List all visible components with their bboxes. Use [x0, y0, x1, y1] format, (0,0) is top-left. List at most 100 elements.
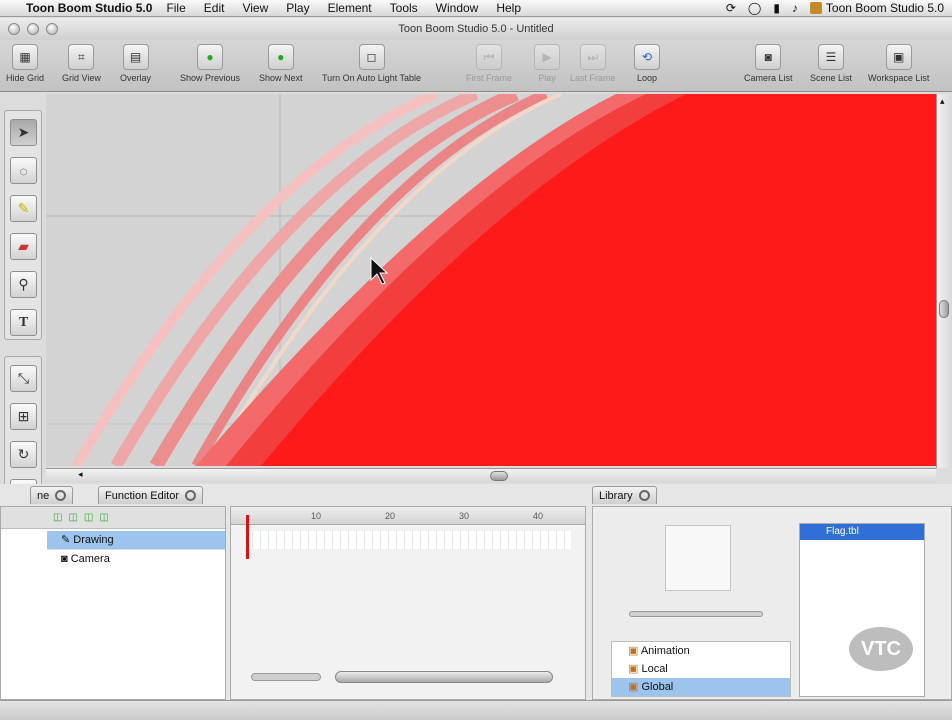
scroll-up-arrow-icon[interactable]: ▴ — [940, 96, 945, 107]
layer-row-drawing[interactable]: ✎ Drawing — [47, 531, 225, 549]
tab-menu-icon[interactable] — [55, 490, 67, 501]
watermark-label: VTC — [861, 638, 901, 660]
select-tool[interactable]: ➤ — [10, 119, 37, 146]
show-previous-button[interactable]: ● Show Previous — [180, 44, 240, 83]
scale-tool[interactable]: ⊞ — [10, 403, 37, 430]
first-frame-label: First Frame — [466, 73, 512, 83]
menu-file[interactable]: File — [166, 1, 185, 15]
last-frame-label: Last Frame — [570, 73, 616, 83]
text-tool[interactable]: T — [10, 309, 37, 336]
play-label: Play — [538, 73, 556, 83]
folder-icon: ▣ — [628, 663, 642, 675]
scroll-left-arrow-icon[interactable]: ◂ — [78, 469, 83, 480]
tree-item-global[interactable]: ▣ Global — [612, 678, 790, 696]
light-table-icon: ◻ — [358, 44, 385, 70]
frame-row-drawing[interactable] — [245, 531, 571, 549]
drawing-canvas[interactable] — [46, 94, 936, 466]
canvas-horizontal-scrollbar[interactable]: ◂ — [46, 468, 936, 482]
layer-row-camera[interactable]: ◙ Camera — [47, 549, 225, 567]
camera-list-button[interactable]: ◙ Camera List — [744, 44, 793, 83]
last-frame-icon: ⏭ — [579, 44, 606, 70]
grid-view-button[interactable]: ⌗ Grid View — [62, 44, 101, 83]
main-toolbar: ▦ Hide Grid ⌗ Grid View ▤ Overlay ● Show Pre… — [0, 40, 952, 92]
workspace-list-button[interactable]: ▣ Workspace List — [868, 44, 929, 83]
layer-list: ◫ ◫ ◫ ◫ ✎ Drawing ◙ Camera — [0, 506, 226, 700]
show-next-button[interactable]: ● Show Next — [259, 44, 303, 83]
library-preview-slider[interactable] — [629, 611, 763, 617]
tab-menu-icon[interactable] — [184, 490, 196, 501]
grid-view-label: Grid View — [62, 73, 101, 83]
play-icon: ▶ — [534, 44, 560, 70]
timeline-hscroll[interactable] — [335, 671, 553, 683]
loop-label: Loop — [636, 73, 658, 83]
timeline-zoom-slider[interactable] — [251, 673, 321, 681]
light-table-button[interactable]: ◻ Turn On Auto Light Table — [322, 44, 421, 83]
close-window-button[interactable] — [8, 23, 20, 35]
camera-list-label: Camera List — [744, 73, 793, 83]
menu-window[interactable]: Window — [436, 1, 479, 15]
bluetooth-icon[interactable]: ◯ — [748, 1, 761, 15]
transform-tool[interactable]: ⤡ — [10, 365, 37, 392]
last-frame-button[interactable]: ⏭ Last Frame — [570, 44, 616, 83]
menu-help[interactable]: Help — [496, 1, 521, 15]
layer-props-icon[interactable]: ◫ — [99, 512, 108, 523]
brush-tool[interactable]: ✎ — [10, 195, 37, 222]
app-menu[interactable]: Toon Boom Studio 5.0 — [26, 1, 152, 15]
tab-timeline[interactable]: ne — [30, 486, 74, 504]
light-table-label: Turn On Auto Light Table — [322, 73, 422, 83]
overlay-button[interactable]: ▤ Overlay — [120, 44, 151, 83]
drawing-tools-group: ➤ ◌ ✎ ▰ ⚲ T — [4, 110, 42, 340]
tree-item-local[interactable]: ▣ Local — [612, 660, 790, 678]
show-next-label: Show Next — [259, 73, 303, 83]
app-switcher[interactable]: Toon Boom Studio 5.0 — [809, 1, 944, 15]
timeline-frames[interactable]: 10 20 30 40 — [230, 506, 586, 700]
scroll-thumb[interactable] — [490, 471, 508, 481]
rotate-tool[interactable]: ↻ — [10, 441, 37, 468]
workspace-list-label: Workspace List — [868, 73, 930, 83]
speaker-icon[interactable]: ♪ — [792, 1, 798, 15]
flag-shape-fill — [261, 94, 936, 466]
hide-grid-label: Hide Grid — [6, 73, 45, 83]
tree-item-animation[interactable]: ▣ Animation — [612, 642, 790, 660]
library-item-list[interactable]: Flag.tbl — [799, 523, 925, 697]
eraser-tool[interactable]: ▰ — [10, 233, 37, 260]
menu-tools[interactable]: Tools — [390, 1, 418, 15]
hide-grid-button[interactable]: ▦ Hide Grid — [6, 44, 44, 83]
playhead[interactable] — [246, 515, 249, 559]
canvas-vertical-scrollbar[interactable]: ▴ — [936, 94, 952, 468]
app-switcher-icon — [809, 2, 822, 14]
zoom-tool[interactable]: ⚲ — [10, 271, 37, 298]
sync-icon[interactable]: ⟳ — [726, 1, 736, 15]
tab-menu-icon[interactable] — [638, 490, 650, 501]
tab-library[interactable]: Library — [592, 486, 657, 504]
tab-timeline-label: ne — [37, 490, 50, 502]
add-peg-icon[interactable]: ◫ — [68, 512, 77, 523]
camera-icon: ◙ — [755, 44, 782, 70]
library-item-selected[interactable]: Flag.tbl — [800, 524, 924, 540]
grid-icon: ▦ — [12, 44, 38, 70]
scroll-thumb[interactable] — [939, 300, 949, 318]
library-tree[interactable]: ▣ Animation ▣ Local ▣ Global — [611, 641, 791, 697]
add-layer-icon[interactable]: ◫ — [53, 512, 62, 523]
loop-button[interactable]: ⟲ Loop — [634, 44, 660, 83]
scene-list-button[interactable]: ☰ Scene List — [810, 44, 852, 83]
window-title-bar: Toon Boom Studio 5.0 - Untitled — [0, 18, 952, 40]
tab-function-editor[interactable]: Function Editor — [98, 486, 203, 504]
play-button[interactable]: ▶ Play — [534, 44, 560, 83]
delete-layer-icon[interactable]: ◫ — [84, 512, 93, 523]
frame-number: 40 — [533, 511, 544, 521]
first-frame-button[interactable]: ⏮ First Frame — [466, 44, 512, 83]
minimize-window-button[interactable] — [27, 23, 39, 35]
contour-editor-tool[interactable]: ◌ — [10, 157, 37, 184]
zoom-window-button[interactable] — [46, 23, 58, 35]
menu-element[interactable]: Element — [328, 1, 372, 15]
camera-layer-icon: ◙ — [61, 553, 71, 565]
vtc-watermark: VTC — [849, 627, 913, 671]
window-title: Toon Boom Studio 5.0 - Untitled — [398, 23, 554, 35]
overlay-icon: ▤ — [122, 44, 149, 70]
menu-view[interactable]: View — [242, 1, 268, 15]
menu-play[interactable]: Play — [286, 1, 309, 15]
battery-icon[interactable]: ▮ — [773, 1, 780, 15]
menu-edit[interactable]: Edit — [204, 1, 225, 15]
arrow-icon: ➤ — [17, 124, 30, 140]
